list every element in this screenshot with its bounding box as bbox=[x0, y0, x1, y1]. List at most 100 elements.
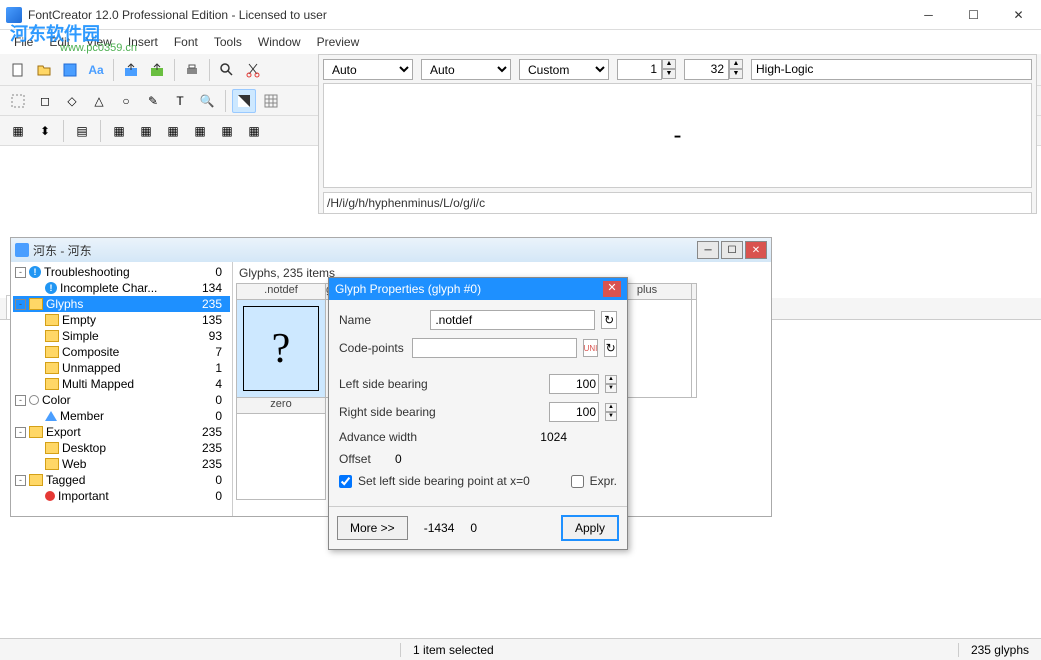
grid-btn6[interactable]: ▦ bbox=[242, 119, 266, 143]
offset-value: 0 bbox=[395, 452, 402, 466]
name-input[interactable] bbox=[430, 310, 595, 330]
grid-btn1[interactable]: ▦ bbox=[107, 119, 131, 143]
dialog-close-button[interactable]: ✕ bbox=[603, 281, 621, 297]
tree-item-important[interactable]: Important0 bbox=[13, 488, 230, 504]
export2-button[interactable] bbox=[145, 58, 169, 82]
edit-tool1[interactable]: ◻ bbox=[33, 89, 57, 113]
preview-zoom2[interactable]: Auto bbox=[421, 59, 511, 80]
titlebar: FontCreator 12.0 Professional Edition - … bbox=[0, 0, 1041, 30]
tree-item-multimapped[interactable]: Multi Mapped4 bbox=[13, 376, 230, 392]
menu-tools[interactable]: Tools bbox=[206, 33, 250, 51]
table-btn1[interactable]: ▦ bbox=[6, 119, 30, 143]
status-selection: 1 item selected bbox=[400, 643, 506, 657]
preview-canvas: - bbox=[323, 83, 1032, 188]
subwin-close[interactable]: ✕ bbox=[745, 241, 767, 259]
foot-n1: -1434 bbox=[424, 521, 455, 535]
glyph-cell-zero[interactable]: zero bbox=[236, 397, 326, 500]
tree-item-member[interactable]: Member0 bbox=[13, 408, 230, 424]
edit-tool6[interactable]: T bbox=[168, 89, 192, 113]
lsb-checkbox[interactable] bbox=[339, 475, 352, 488]
grid-btn5[interactable]: ▦ bbox=[215, 119, 239, 143]
maximize-button[interactable]: ☐ bbox=[951, 0, 996, 30]
select-tool[interactable] bbox=[6, 89, 30, 113]
tree-item-simple[interactable]: Simple93 bbox=[13, 328, 230, 344]
close-button[interactable]: ✕ bbox=[996, 0, 1041, 30]
grid-btn3[interactable]: ▦ bbox=[161, 119, 185, 143]
foot-n2: 0 bbox=[470, 521, 477, 535]
tree-item-export[interactable]: -Export235 bbox=[13, 424, 230, 440]
codepoints-refresh-icon[interactable]: ↻ bbox=[604, 339, 617, 357]
grid-btn4[interactable]: ▦ bbox=[188, 119, 212, 143]
edit-tool4[interactable]: ○ bbox=[114, 89, 138, 113]
watermark-url: www.pc0359.cn bbox=[60, 42, 137, 54]
minimize-button[interactable]: ─ bbox=[906, 0, 951, 30]
subwin-titlebar[interactable]: 河东 - 河东 ─ ☐ ✕ bbox=[11, 238, 771, 262]
table-btn3[interactable]: ▤ bbox=[70, 119, 94, 143]
expr-label: Expr. bbox=[590, 474, 617, 488]
rsb-input[interactable] bbox=[549, 402, 599, 422]
more-button[interactable]: More >> bbox=[337, 516, 408, 540]
edit-tool5[interactable]: ✎ bbox=[141, 89, 165, 113]
rsb-up[interactable]: ▲ bbox=[605, 403, 617, 412]
preview-zoom1[interactable]: Auto bbox=[323, 59, 413, 80]
offset-label: Offset bbox=[339, 452, 389, 466]
menu-preview[interactable]: Preview bbox=[309, 33, 368, 51]
tree-item-desktop[interactable]: Desktop235 bbox=[13, 440, 230, 456]
apply-button[interactable]: Apply bbox=[561, 515, 619, 541]
tree-item-glyphs[interactable]: -Glyphs235 bbox=[13, 296, 230, 312]
subwin-icon bbox=[15, 243, 29, 257]
open-button[interactable] bbox=[32, 58, 56, 82]
aw-value: 1024 bbox=[475, 430, 617, 444]
menu-font[interactable]: Font bbox=[166, 33, 206, 51]
menubar: File Edit View Insert Font Tools Window … bbox=[0, 30, 1041, 54]
expr-checkbox[interactable] bbox=[571, 475, 584, 488]
codepoints-label: Code-points bbox=[339, 341, 406, 355]
name-refresh-icon[interactable]: ↻ bbox=[601, 311, 617, 329]
edit-tool2[interactable]: ◇ bbox=[60, 89, 84, 113]
find-button[interactable] bbox=[215, 58, 239, 82]
edit-tool3[interactable]: △ bbox=[87, 89, 111, 113]
tree-item-web[interactable]: Web235 bbox=[13, 456, 230, 472]
window-title: FontCreator 12.0 Professional Edition - … bbox=[28, 8, 906, 22]
lsb-down[interactable]: ▼ bbox=[605, 384, 617, 393]
zoom-tool[interactable]: 🔍 bbox=[195, 89, 219, 113]
glyph-cell-7[interactable] bbox=[691, 283, 697, 398]
preview-text-input[interactable] bbox=[751, 59, 1032, 80]
preview-val1[interactable] bbox=[617, 59, 662, 80]
grid-btn2[interactable]: ▦ bbox=[134, 119, 158, 143]
tree-item-composite[interactable]: Composite7 bbox=[13, 344, 230, 360]
font-button[interactable]: Aa bbox=[84, 58, 108, 82]
tree-item-unmapped[interactable]: Unmapped1 bbox=[13, 360, 230, 376]
tree-item-troubleshooting[interactable]: -!Troubleshooting0 bbox=[13, 264, 230, 280]
preview-mode[interactable]: Custom bbox=[519, 59, 609, 80]
glyph-cell-.notdef[interactable]: .notdef? bbox=[236, 283, 326, 398]
contrast-tool[interactable] bbox=[232, 89, 256, 113]
spin-up[interactable]: ▲ bbox=[662, 59, 676, 69]
spin-down[interactable]: ▼ bbox=[729, 69, 743, 79]
unicode-icon[interactable]: UNI bbox=[583, 339, 599, 357]
subwin-maximize[interactable]: ☐ bbox=[721, 241, 743, 259]
new-button[interactable] bbox=[6, 58, 30, 82]
tree-item-incompletechar[interactable]: !Incomplete Char...134 bbox=[13, 280, 230, 296]
cut-button[interactable] bbox=[241, 58, 265, 82]
rsb-down[interactable]: ▼ bbox=[605, 412, 617, 421]
aw-label: Advance width bbox=[339, 430, 469, 444]
dialog-titlebar[interactable]: Glyph Properties (glyph #0) ✕ bbox=[329, 278, 627, 300]
subwin-minimize[interactable]: ─ bbox=[697, 241, 719, 259]
tree-item-tagged[interactable]: -Tagged0 bbox=[13, 472, 230, 488]
preview-val2[interactable] bbox=[684, 59, 729, 80]
menu-window[interactable]: Window bbox=[250, 33, 309, 51]
table-btn2[interactable]: ⬍ bbox=[33, 119, 57, 143]
codepoints-input[interactable] bbox=[412, 338, 577, 358]
lsb-input[interactable] bbox=[549, 374, 599, 394]
lsb-up[interactable]: ▲ bbox=[605, 375, 617, 384]
rsb-label: Right side bearing bbox=[339, 405, 469, 419]
grid-tool[interactable] bbox=[259, 89, 283, 113]
export1-button[interactable] bbox=[119, 58, 143, 82]
tree-item-empty[interactable]: Empty135 bbox=[13, 312, 230, 328]
spin-up[interactable]: ▲ bbox=[729, 59, 743, 69]
tree-item-color[interactable]: -Color0 bbox=[13, 392, 230, 408]
save-button[interactable] bbox=[58, 58, 82, 82]
spin-down[interactable]: ▼ bbox=[662, 69, 676, 79]
print-button[interactable] bbox=[180, 58, 204, 82]
